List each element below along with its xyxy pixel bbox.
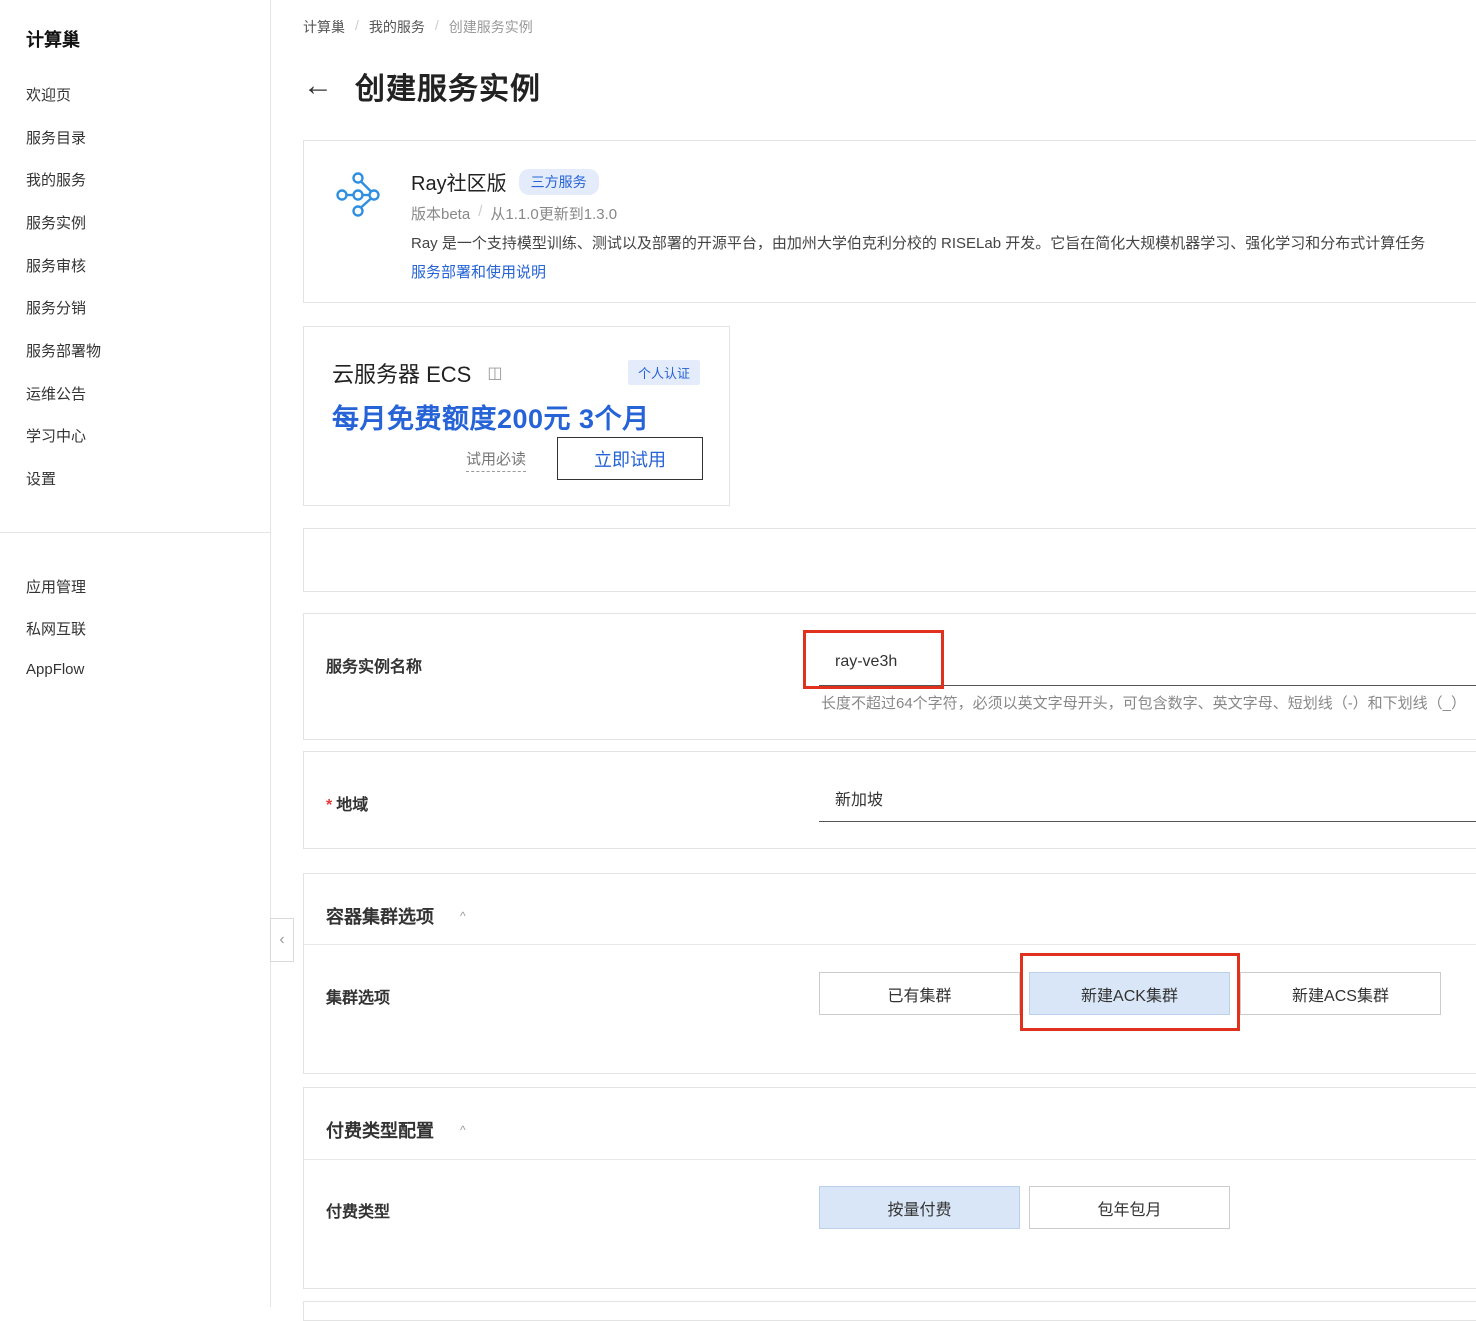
next-section-card: [303, 1301, 1476, 1321]
breadcrumb: 计算巢 / 我的服务 / 创建服务实例: [303, 17, 533, 37]
chevron-up-icon[interactable]: ^: [460, 1123, 466, 1137]
billing-section-title: 付费类型配置: [326, 1121, 434, 1141]
service-docs-link[interactable]: 服务部署和使用说明: [411, 261, 546, 282]
sidebar-divider: [0, 532, 270, 533]
cluster-section-header[interactable]: 容器集群选项 ^: [326, 903, 466, 929]
region-input[interactable]: [819, 774, 1476, 822]
sidebar: 计算巢 欢迎页 服务目录 我的服务 服务实例 服务审核 服务分销 服务部署物 运…: [0, 0, 271, 1307]
page-title: 创建服务实例: [355, 73, 541, 106]
instance-name-label: 服务实例名称: [326, 659, 423, 676]
chevron-left-icon: ‹: [279, 931, 285, 948]
existing-cluster-button[interactable]: 已有集群: [819, 972, 1020, 1015]
pay-as-you-go-button[interactable]: 按量付费: [819, 1186, 1020, 1229]
cluster-option-label: 集群选项: [326, 990, 391, 1007]
sidebar-item-appflow[interactable]: AppFlow: [26, 661, 84, 678]
ecs-promo-card: 云服务器 ECS ◫ 个人认证 每月免费额度200元 3个月 试用必读 立即试用: [303, 326, 730, 506]
workflow-nodes-icon: [336, 172, 380, 217]
chevron-up-icon[interactable]: ^: [460, 909, 466, 923]
service-name: Ray社区版: [411, 173, 507, 195]
region-label-text: 地域: [336, 797, 369, 814]
empty-panel: [303, 528, 1476, 592]
section-divider: [304, 1159, 1476, 1160]
sidebar-item-learning-center[interactable]: 学习中心: [26, 425, 86, 446]
cluster-options-section: 容器集群选项 ^ 集群选项 已有集群 新建ACK集群 新建ACS集群: [303, 873, 1476, 1074]
service-version-row: 版本beta / 从1.1.0更新到1.3.0: [411, 203, 617, 224]
back-arrow-icon[interactable]: ←: [303, 71, 333, 101]
breadcrumb-separator: /: [434, 17, 439, 33]
service-version: 版本beta: [411, 206, 471, 223]
sidebar-item-private-link[interactable]: 私网互联: [26, 618, 86, 639]
breadcrumb-separator: /: [355, 17, 359, 33]
region-label: * 地域: [326, 791, 368, 815]
sidebar-item-ops-notices[interactable]: 运维公告: [26, 383, 86, 404]
billing-section: 付费类型配置 ^ 付费类型 按量付费 包年包月: [303, 1087, 1476, 1289]
service-name-row: Ray社区版 三方服务: [411, 167, 599, 196]
billing-section-header[interactable]: 付费类型配置 ^: [326, 1117, 466, 1143]
sidebar-brand: 计算巢: [26, 30, 80, 50]
breadcrumb-item-my-services[interactable]: 我的服务: [369, 17, 425, 37]
instance-name-hint: 长度不超过64个字符，必须以英文字母开头，可包含数字、英文字母、短划线（-）和下…: [821, 695, 1467, 712]
sidebar-collapse-button[interactable]: ‹: [270, 918, 294, 962]
page-header: ← 创建服务实例: [303, 64, 541, 108]
service-update: 从1.1.0更新到1.3.0: [490, 206, 618, 223]
sidebar-item-deployables[interactable]: 服务部署物: [26, 340, 101, 361]
sidebar-item-my-services[interactable]: 我的服务: [26, 169, 86, 190]
billing-type-label: 付费类型: [326, 1204, 391, 1221]
ecs-title: 云服务器 ECS: [332, 362, 472, 387]
sidebar-item-service-distribution[interactable]: 服务分销: [26, 297, 86, 318]
trial-notes-link[interactable]: 试用必读: [466, 448, 527, 472]
highlight-box-new-ack: [1020, 953, 1240, 1031]
section-divider: [304, 944, 1476, 945]
third-party-tag: 三方服务: [518, 168, 599, 195]
service-description: Ray 是一个支持模型训练、测试以及部署的开源平台，由加州大学伯克利分校的 RI…: [411, 235, 1426, 252]
cluster-section-title: 容器集群选项: [326, 907, 434, 927]
version-separator: /: [478, 203, 483, 220]
sidebar-item-app-management[interactable]: 应用管理: [26, 576, 86, 597]
personal-verification-tag: 个人认证: [628, 360, 701, 385]
sidebar-item-service-instances[interactable]: 服务实例: [26, 212, 86, 233]
sidebar-item-settings[interactable]: 设置: [26, 468, 56, 489]
subscription-button[interactable]: 包年包月: [1029, 1186, 1230, 1229]
new-acs-cluster-button[interactable]: 新建ACS集群: [1240, 972, 1441, 1015]
service-info-card: Ray社区版 三方服务 版本beta / 从1.1.0更新到1.3.0 Ray …: [303, 140, 1476, 303]
ecs-promo-text: 每月免费额度200元 3个月: [332, 404, 650, 434]
breadcrumb-item-current: 创建服务实例: [448, 19, 533, 35]
sidebar-item-service-catalog[interactable]: 服务目录: [26, 127, 86, 148]
sidebar-item-welcome[interactable]: 欢迎页: [26, 84, 71, 105]
breadcrumb-item-computenest[interactable]: 计算巢: [303, 17, 345, 37]
book-icon[interactable]: ◫: [487, 363, 502, 383]
required-mark: *: [326, 797, 333, 814]
region-section: * 地域: [303, 751, 1476, 849]
try-now-button[interactable]: 立即试用: [557, 437, 703, 480]
highlight-box-instance-name: [803, 630, 944, 689]
sidebar-item-service-review[interactable]: 服务审核: [26, 255, 86, 276]
ecs-title-row: 云服务器 ECS ◫: [332, 357, 502, 389]
